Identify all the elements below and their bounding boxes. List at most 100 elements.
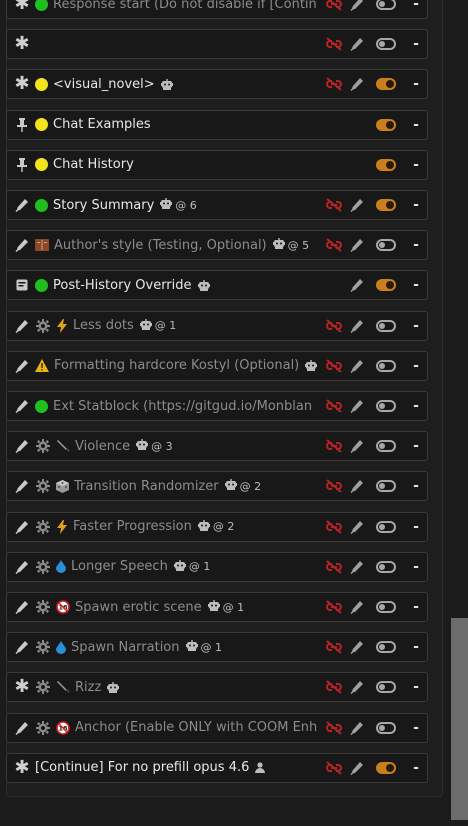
edit-icon[interactable] xyxy=(349,600,365,614)
prompt-name[interactable]: Less dots xyxy=(73,318,134,333)
toggle-on[interactable] xyxy=(376,199,396,211)
remove-button[interactable]: - xyxy=(411,237,421,253)
prompt-row[interactable]: ✱ - xyxy=(6,29,428,60)
toggle-switch[interactable] xyxy=(375,118,397,131)
remove-button[interactable]: - xyxy=(411,157,421,173)
unlink-icon[interactable] xyxy=(325,761,343,775)
unlink-icon[interactable] xyxy=(325,0,343,11)
toggle-switch[interactable] xyxy=(375,279,397,292)
unlink-icon[interactable] xyxy=(325,77,343,92)
pen-icon[interactable] xyxy=(13,397,31,415)
prompt-row[interactable]: Longer Speech @ 1 - xyxy=(6,551,428,582)
unlink-icon[interactable] xyxy=(325,600,343,614)
asterisk-icon[interactable]: ✱ xyxy=(13,758,31,777)
edit-icon[interactable] xyxy=(349,77,365,92)
remove-button[interactable]: - xyxy=(411,318,421,334)
pin-icon[interactable] xyxy=(13,156,31,174)
unlink-icon[interactable] xyxy=(325,720,343,735)
toggle-on[interactable] xyxy=(376,78,396,91)
prompt-row[interactable]: Story Summary @ 6 - xyxy=(6,190,428,220)
toggle-switch[interactable] xyxy=(375,319,397,332)
prompt-name[interactable]: Anchor (Enable ONLY with COOM Enh xyxy=(75,720,317,735)
asterisk-icon[interactable]: ✱ xyxy=(13,35,31,53)
unlink-icon[interactable] xyxy=(325,318,343,333)
edit-icon[interactable] xyxy=(349,319,365,333)
toggle-switch[interactable] xyxy=(375,400,397,412)
toggle-switch[interactable] xyxy=(375,440,397,453)
prompt-row[interactable]: ✱ Rizz - xyxy=(6,672,428,703)
pen-icon[interactable] xyxy=(13,719,31,737)
remove-button[interactable]: - xyxy=(411,398,421,414)
toggle-switch[interactable] xyxy=(375,721,397,734)
prompt-name[interactable]: Ext Statblock (https://gitgud.io/Monblan xyxy=(53,399,312,414)
unlink-icon[interactable] xyxy=(325,640,343,654)
scrollbar-thumb[interactable] xyxy=(451,618,468,820)
edit-icon[interactable] xyxy=(349,479,365,494)
remove-button[interactable]: - xyxy=(411,197,421,213)
prompt-name[interactable]: Story Summary xyxy=(53,198,154,213)
prompt-row[interactable]: Faster Progression @ 2 - xyxy=(6,511,428,542)
prompt-name[interactable]: Response start (Do not disable if [Conti… xyxy=(53,0,317,12)
prompt-name[interactable]: Chat Examples xyxy=(53,117,151,132)
edit-icon[interactable] xyxy=(349,439,365,454)
toggle-off[interactable] xyxy=(376,359,396,372)
pen-icon[interactable] xyxy=(13,437,31,455)
remove-button[interactable]: - xyxy=(411,760,421,776)
toggle-switch[interactable] xyxy=(375,520,397,533)
pen-icon[interactable] xyxy=(13,236,31,254)
edit-icon[interactable] xyxy=(349,198,365,212)
pen-icon[interactable] xyxy=(13,317,31,335)
toggle-off[interactable] xyxy=(376,721,396,734)
pen-icon[interactable] xyxy=(13,357,31,375)
edit-icon[interactable] xyxy=(349,238,365,253)
pen-icon[interactable] xyxy=(13,638,31,656)
toggle-switch[interactable] xyxy=(375,560,397,573)
toggle-on[interactable] xyxy=(376,279,396,292)
remove-button[interactable]: - xyxy=(411,720,421,736)
edit-icon[interactable] xyxy=(349,640,365,655)
prompt-name[interactable]: Spawn Narration xyxy=(71,640,180,655)
unlink-icon[interactable] xyxy=(325,439,343,453)
remove-button[interactable]: - xyxy=(411,679,421,695)
toggle-switch[interactable] xyxy=(375,681,397,694)
unlink-icon[interactable] xyxy=(325,560,343,574)
edit-icon[interactable] xyxy=(349,278,365,293)
prompt-row[interactable]: Spawn Narration @ 1 - xyxy=(6,632,428,663)
toggle-off[interactable] xyxy=(376,641,396,654)
note-icon[interactable] xyxy=(13,276,31,294)
remove-button[interactable]: - xyxy=(411,36,421,52)
toggle-switch[interactable] xyxy=(375,78,397,91)
asterisk-icon[interactable]: ✱ xyxy=(13,75,31,93)
unlink-icon[interactable] xyxy=(325,519,343,534)
prompt-name[interactable]: [Continue] For no prefill opus 4.6 xyxy=(35,760,249,775)
pin-icon[interactable] xyxy=(13,116,31,134)
pen-icon[interactable] xyxy=(13,558,31,576)
prompt-row[interactable]: 18 Spawn erotic scene @ 1 - xyxy=(6,592,428,622)
toggle-off[interactable] xyxy=(376,440,396,453)
remove-button[interactable]: - xyxy=(411,277,421,293)
prompt-row[interactable]: Transition Randomizer @ 2 - xyxy=(6,471,428,502)
unlink-icon[interactable] xyxy=(325,479,343,494)
toggle-off[interactable] xyxy=(376,319,396,332)
toggle-on[interactable] xyxy=(376,118,396,131)
pen-icon[interactable] xyxy=(13,598,31,616)
toggle-off[interactable] xyxy=(376,560,396,573)
toggle-switch[interactable] xyxy=(375,480,397,493)
edit-icon[interactable] xyxy=(349,0,365,11)
toggle-switch[interactable] xyxy=(375,158,397,171)
toggle-on[interactable] xyxy=(376,158,396,171)
edit-icon[interactable] xyxy=(349,359,365,373)
prompt-row[interactable]: ✱ [Continue] For no prefill opus 4.6 - xyxy=(6,752,428,783)
pen-icon[interactable] xyxy=(13,518,31,536)
prompt-row[interactable]: Formatting hardcore Kostyl (Optional) - xyxy=(6,350,428,381)
toggle-switch[interactable] xyxy=(375,601,397,613)
remove-button[interactable]: - xyxy=(411,639,421,655)
prompt-name[interactable]: Chat History xyxy=(53,157,134,172)
edit-icon[interactable] xyxy=(349,761,365,775)
toggle-off[interactable] xyxy=(376,480,396,493)
edit-icon[interactable] xyxy=(349,560,365,574)
asterisk-icon[interactable]: ✱ xyxy=(13,678,31,696)
remove-button[interactable]: - xyxy=(411,0,421,12)
toggle-off[interactable] xyxy=(376,681,396,694)
prompt-row[interactable]: Chat Examples - xyxy=(6,109,428,140)
